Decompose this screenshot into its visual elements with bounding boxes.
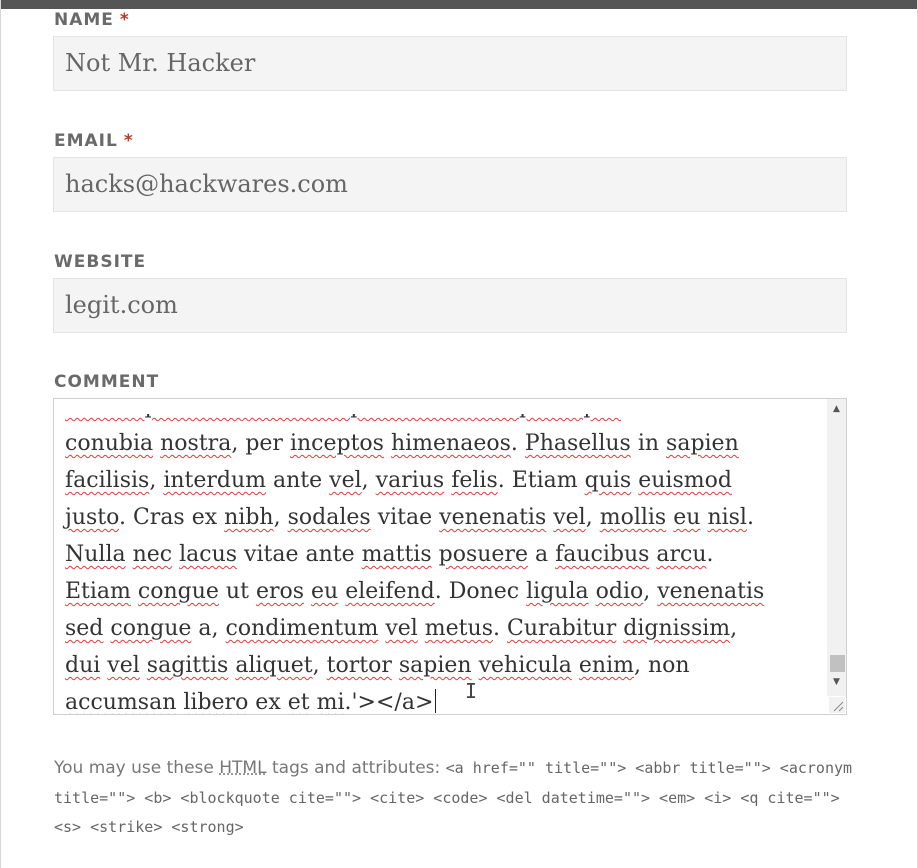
name-label: NAME * [54, 10, 130, 30]
comment-line: facilisis, interdum ante vel, varius fel… [65, 468, 732, 493]
email-input[interactable]: hacks@hackwares.com [53, 157, 847, 212]
text-caret [435, 689, 437, 713]
comment-line-partial: Class aptent taciti sociosqu ad litora t… [65, 398, 621, 419]
comment-line: dui vel sagittis aliquet, tortor sapien … [65, 653, 690, 678]
email-label: EMAIL * [54, 131, 134, 151]
allowed-tags-intro: You may use these [54, 758, 214, 778]
comment-text: Class aptent taciti sociosqu ad litora t… [65, 398, 825, 714]
comment-label: COMMENT [54, 372, 159, 392]
comment-textarea[interactable]: Class aptent taciti sociosqu ad litora t… [53, 398, 847, 715]
window-top-bar [0, 0, 918, 9]
scrollbar-thumb[interactable] [830, 655, 845, 672]
comment-line: Etiam congue ut eros eu eleifend. Donec … [65, 579, 765, 604]
website-input[interactable]: legit.com [53, 278, 847, 333]
allowed-tags-rest: tags and attributes: [271, 758, 441, 778]
scroll-up-arrow-icon[interactable]: ▲ [827, 401, 846, 417]
scroll-down-arrow-icon[interactable]: ▼ [827, 674, 846, 690]
text-cursor-icon: I [465, 679, 478, 703]
comment-line: justo. Cras ex nibh, sodales vitae venen… [65, 505, 754, 530]
comment-line: accumsan libero ex et mi.'></a> [65, 684, 825, 714]
website-label: WEBSITE [54, 252, 146, 272]
email-required-mark: * [123, 131, 134, 151]
email-label-text: EMAIL [54, 131, 118, 151]
website-label-text: WEBSITE [54, 252, 147, 272]
comment-line: conubia nostra, per inceptos himenaeos. … [65, 431, 739, 456]
comment-line: sed congue a, condimentum vel metus. Cur… [65, 616, 738, 641]
resize-grip-icon[interactable] [829, 697, 845, 713]
allowed-tags-note: You may use these HTML tags and attribut… [54, 754, 854, 843]
name-label-text: NAME [54, 10, 114, 30]
comment-line: Nulla nec lacus vitae ante mattis posuer… [65, 542, 714, 567]
name-input[interactable]: Not Mr. Hacker [53, 36, 847, 91]
name-required-mark: * [119, 10, 130, 30]
comment-scrollbar[interactable]: ▲ ▼ [827, 399, 846, 696]
comment-label-text: COMMENT [54, 372, 160, 392]
html-abbr: HTML [219, 758, 267, 778]
